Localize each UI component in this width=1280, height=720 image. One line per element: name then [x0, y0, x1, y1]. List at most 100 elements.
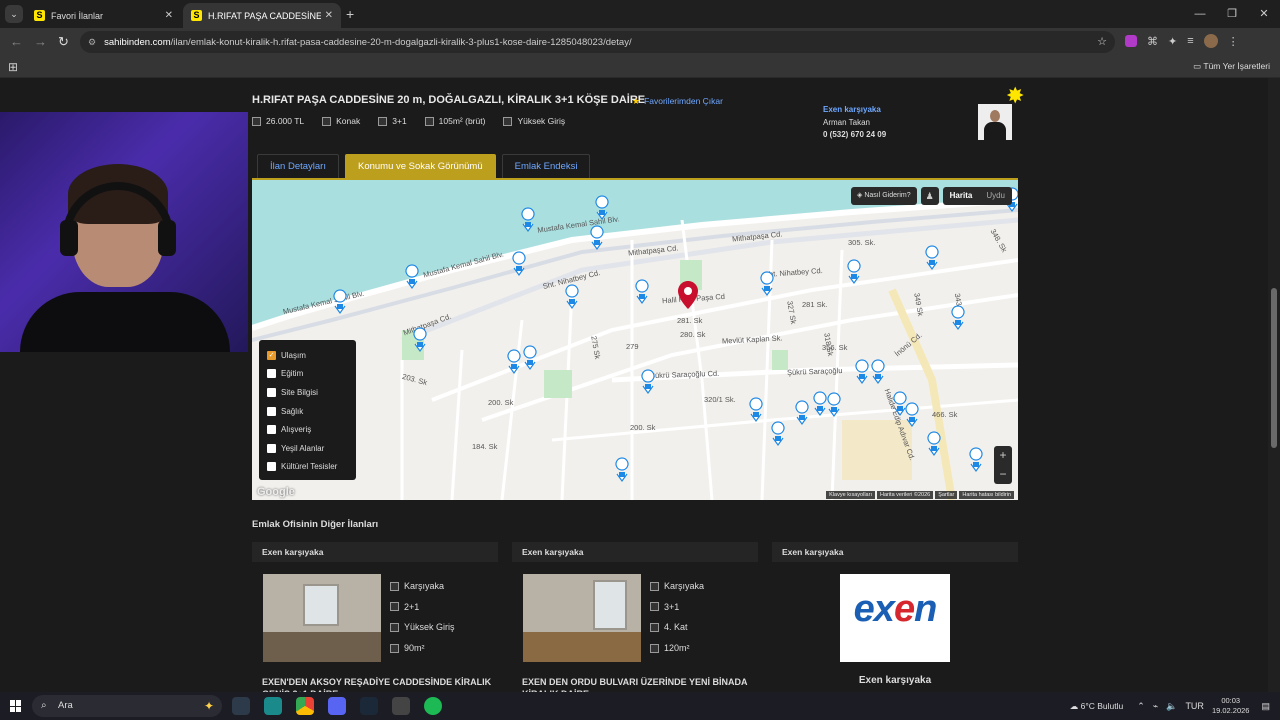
- notification-icon[interactable]: ▤: [1261, 701, 1270, 712]
- menu-icon[interactable]: ⋮: [1228, 35, 1239, 48]
- tray-chevron-icon[interactable]: ⌃: [1137, 701, 1145, 712]
- seller-info: Exen karşıyaka Arman Takan 0 (532) 670 2…: [823, 104, 886, 142]
- obs-icon[interactable]: [392, 697, 410, 715]
- street-label: 281 Sk.: [802, 300, 828, 309]
- location-icon: [322, 116, 332, 126]
- spotify-icon[interactable]: [424, 697, 442, 715]
- address-bar[interactable]: ⚙ sahibinden.com/ilan/emlak-konut-kirali…: [80, 31, 1115, 53]
- restore-icon[interactable]: ❐: [1216, 0, 1248, 28]
- app-icon[interactable]: [264, 697, 282, 715]
- map-canvas[interactable]: [252, 180, 1018, 500]
- poi-filter-site-bilgisi[interactable]: Site Bilgisi: [267, 383, 348, 402]
- tab-ilan-detaylari[interactable]: İlan Detayları: [257, 154, 339, 178]
- street-label: 281. Sk: [677, 316, 703, 325]
- forward-icon[interactable]: →: [34, 34, 47, 49]
- poi-filter-egitim[interactable]: Eğitim: [267, 365, 348, 384]
- tab-search-button[interactable]: ⌄: [5, 5, 23, 23]
- card-office[interactable]: Exen karşıyaka: [252, 542, 498, 562]
- reload-icon[interactable]: ↻: [58, 34, 69, 50]
- page-scrollbar[interactable]: [1268, 78, 1280, 692]
- windows-start-icon[interactable]: [10, 700, 22, 712]
- back-icon[interactable]: ←: [10, 34, 23, 49]
- zoom-out-icon[interactable]: −: [994, 465, 1012, 484]
- poi-filter-kulturel-tesisler[interactable]: Kültürel Tesisler: [267, 458, 348, 477]
- seller-photo[interactable]: [978, 104, 1012, 140]
- url-domain: sahibinden.com: [104, 36, 171, 48]
- checkbox-icon[interactable]: [267, 406, 276, 416]
- apps-grid-icon[interactable]: ⊞: [8, 60, 18, 74]
- tab-favori-ilanlar[interactable]: S Favori İlanlar ✕: [26, 3, 181, 28]
- minimize-icon[interactable]: —: [1184, 0, 1216, 28]
- clock[interactable]: 00:03 19.02.2026: [1212, 696, 1250, 716]
- steam-icon[interactable]: [360, 697, 378, 715]
- gamepad-icon[interactable]: ⌘: [1147, 35, 1158, 48]
- taskbar-search[interactable]: ⌕ Ara ✦: [32, 695, 222, 717]
- tab-konum[interactable]: Konumu ve Sokak Görünümü: [344, 154, 496, 178]
- map-type-uydu[interactable]: Uydu: [979, 187, 1012, 205]
- language-indicator[interactable]: TUR: [1185, 701, 1204, 711]
- chrome-icon[interactable]: [296, 697, 314, 715]
- card-office[interactable]: Exen karşıyaka: [772, 542, 1018, 562]
- checkbox-icon[interactable]: [267, 443, 276, 453]
- other-listings-title: Emlak Ofisinin Diğer İlanları: [252, 519, 379, 530]
- zoom-in-icon[interactable]: +: [994, 446, 1012, 465]
- scrollbar-thumb[interactable]: [1271, 288, 1277, 448]
- directions-button[interactable]: ◈ Nasıl Giderim?: [851, 187, 917, 205]
- tab-listing[interactable]: S H.RIFAT PAŞA CADDESİNE 20 m ✕: [183, 3, 341, 28]
- poi-filter-ulasim[interactable]: ✓ Ulaşım: [267, 346, 348, 365]
- checkbox-icon[interactable]: [267, 387, 276, 397]
- checkbox-icon[interactable]: [267, 369, 276, 379]
- volume-icon[interactable]: 🔈: [1166, 701, 1177, 712]
- map-top-controls: ◈ Nasıl Giderim? ♟ Harita Uydu: [851, 187, 1012, 205]
- listing-card[interactable]: Exen karşıyaka Karşıyaka 3+1 4. Kat 120m…: [512, 542, 758, 699]
- discord-icon[interactable]: [328, 697, 346, 715]
- street-label: 305. Sk.: [848, 238, 876, 247]
- map-data-credit: Harita verileri ©2026: [876, 491, 934, 499]
- weather-widget[interactable]: ☁ 6°C Bulutlu: [1070, 701, 1124, 712]
- office-card[interactable]: Exen karşıyaka exen Exen karşıyaka: [772, 542, 1018, 692]
- listing-photo[interactable]: [523, 574, 641, 662]
- map-type-harita[interactable]: Harita: [943, 187, 980, 205]
- office-name[interactable]: Exen karşıyaka: [772, 675, 1018, 686]
- report-map-error-link[interactable]: Harita hatası bildirin: [959, 491, 1014, 499]
- close-icon[interactable]: ✕: [165, 10, 173, 21]
- task-view-icon[interactable]: [232, 697, 250, 715]
- poi-filter-saglik[interactable]: Sağlık: [267, 402, 348, 421]
- window-controls: — ❐ ✕: [1184, 0, 1280, 28]
- sahibinden-favicon: S: [191, 10, 202, 21]
- network-icon[interactable]: ⌁: [1153, 701, 1158, 712]
- close-window-icon[interactable]: ✕: [1248, 0, 1280, 28]
- price-icon: [252, 116, 261, 126]
- street-label: 200. Sk: [630, 423, 656, 432]
- street-label: 200. Sk: [488, 398, 514, 407]
- property-marker-icon[interactable]: [677, 280, 699, 310]
- street-view-pegman-icon[interactable]: ♟: [920, 187, 939, 205]
- checkbox-icon[interactable]: [267, 425, 276, 435]
- new-tab-button[interactable]: +: [346, 6, 354, 22]
- keyboard-shortcuts-link[interactable]: Klavye kısayolları: [826, 491, 875, 499]
- location-icon: [650, 581, 659, 591]
- close-icon[interactable]: ✕: [325, 10, 333, 21]
- puzzle-icon[interactable]: ✦: [1168, 35, 1177, 48]
- poi-filter-yesil-alanlar[interactable]: Yeşil Alanlar: [267, 439, 348, 458]
- listing-card[interactable]: Exen karşıyaka Karşıyaka 2+1 Yüksek Giri…: [252, 542, 498, 699]
- bookmark-star-icon[interactable]: ☆: [1097, 35, 1107, 48]
- listing-photo[interactable]: [263, 574, 381, 662]
- seller-office[interactable]: Exen karşıyaka: [823, 104, 886, 117]
- checkbox-checked-icon[interactable]: ✓: [267, 350, 276, 360]
- webcam-person-body: [20, 292, 230, 352]
- card-office[interactable]: Exen karşıyaka: [512, 542, 758, 562]
- remove-favorite-link[interactable]: ★ Favorilerimden Çıkar: [632, 96, 723, 107]
- site-info-icon[interactable]: ⚙: [88, 37, 96, 48]
- media-icon[interactable]: ≡: [1187, 35, 1193, 47]
- poi-filter-alisveris[interactable]: Alışveriş: [267, 420, 348, 439]
- profile-avatar[interactable]: [1203, 34, 1218, 48]
- terms-link[interactable]: Şartlar: [935, 491, 958, 499]
- all-bookmarks[interactable]: ▭ Tüm Yer İşaretleri: [1193, 61, 1270, 72]
- poi-filter-panel: ✓ Ulaşım Eğitim Site Bilgisi Sağlık Alışv…: [259, 340, 356, 480]
- exen-logo[interactable]: exen: [840, 574, 950, 662]
- tab-emlak-endeksi[interactable]: Emlak Endeksi: [501, 154, 591, 178]
- checkbox-icon[interactable]: [267, 462, 276, 472]
- extension-icon[interactable]: [1125, 35, 1137, 47]
- map-view[interactable]: Mustafa Kemal Sahil Blv. Mustafa Kemal S…: [252, 180, 1018, 500]
